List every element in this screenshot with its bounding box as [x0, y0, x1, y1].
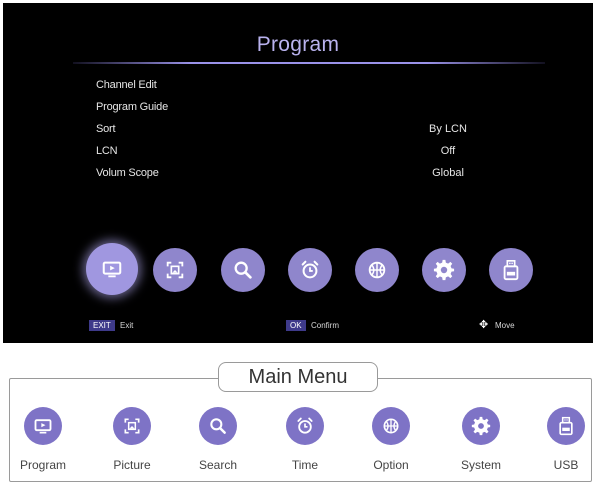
- ok-key-badge[interactable]: OK: [286, 320, 306, 331]
- menu-item-program-guide[interactable]: Program Guide: [96, 101, 496, 123]
- main-menu-picture-label: Picture: [113, 458, 151, 472]
- tab-picture[interactable]: [153, 248, 197, 292]
- main-menu-panel: Main Menu Program Picture Search Time Op…: [9, 362, 592, 482]
- usb-drive-icon: [559, 416, 573, 436]
- magnifier-icon: [234, 261, 252, 279]
- category-icon-row: [81, 243, 541, 303]
- main-menu-system-button[interactable]: [462, 407, 500, 445]
- tv-screen-icon: [102, 261, 122, 278]
- main-menu-option-label: Option: [373, 458, 409, 472]
- picture-frame-icon: [124, 418, 140, 434]
- magnifier-icon: [210, 418, 226, 434]
- menu-item-label: Channel Edit: [96, 79, 157, 91]
- main-menu-time-button[interactable]: [286, 407, 324, 445]
- menu-item-sort[interactable]: Sort By LCN: [96, 123, 496, 145]
- tab-time[interactable]: [288, 248, 332, 292]
- main-menu-time-label: Time: [291, 458, 319, 472]
- page-title: Program: [256, 33, 340, 56]
- picture-frame-icon: [166, 261, 184, 279]
- tab-program[interactable]: [86, 243, 138, 295]
- menu-item-channel-edit[interactable]: Channel Edit: [96, 79, 496, 101]
- tab-search[interactable]: [221, 248, 265, 292]
- menu-item-label: Program Guide: [96, 101, 168, 113]
- menu-item-label: Sort: [96, 123, 116, 135]
- basketball-icon: [383, 418, 399, 434]
- tab-system[interactable]: [422, 248, 466, 292]
- alarm-clock-icon: [301, 260, 319, 279]
- exit-key-badge[interactable]: EXIT: [89, 320, 115, 331]
- main-menu-system-label: System: [460, 458, 501, 472]
- tab-option[interactable]: [355, 248, 399, 292]
- move-hint: Move: [495, 321, 515, 330]
- usb-drive-icon: [503, 260, 519, 281]
- confirm-hint: Confirm: [311, 321, 340, 330]
- main-menu-program-button[interactable]: [24, 407, 62, 445]
- main-menu-program-label: Program: [19, 458, 66, 472]
- menu-item-value: Global: [432, 167, 464, 179]
- gear-icon: [433, 259, 455, 281]
- main-menu-usb-button[interactable]: [547, 407, 585, 445]
- main-menu-picture-button[interactable]: [113, 407, 151, 445]
- move-arrows-icon: ✥: [479, 319, 489, 331]
- main-menu-search-label: Search: [198, 458, 238, 472]
- tv-screen: Program Channel Edit Program Guide Sort …: [3, 3, 593, 343]
- gear-icon: [471, 416, 491, 436]
- menu-item-label: Volum Scope: [96, 167, 159, 179]
- program-menu-list: Channel Edit Program Guide Sort By LCN L…: [96, 79, 496, 189]
- menu-item-label: LCN: [96, 145, 118, 157]
- menu-item-volum-scope[interactable]: Volum Scope Global: [96, 167, 496, 189]
- main-menu-usb-label: USB: [553, 458, 579, 472]
- title-divider: [73, 62, 545, 64]
- tv-screen-icon: [34, 419, 52, 434]
- basketball-icon: [368, 261, 386, 279]
- status-bar: EXIT Exit OK Confirm ✥ Move: [3, 317, 593, 335]
- main-menu-search-button[interactable]: [199, 407, 237, 445]
- menu-item-value: By LCN: [429, 123, 467, 135]
- exit-hint: Exit: [120, 321, 134, 330]
- menu-item-value: Off: [440, 145, 456, 157]
- alarm-clock-icon: [297, 417, 313, 434]
- menu-item-lcn[interactable]: LCN Off: [96, 145, 496, 167]
- tab-usb[interactable]: [489, 248, 533, 292]
- main-menu-option-button[interactable]: [372, 407, 410, 445]
- main-menu-title: Main Menu: [218, 362, 378, 392]
